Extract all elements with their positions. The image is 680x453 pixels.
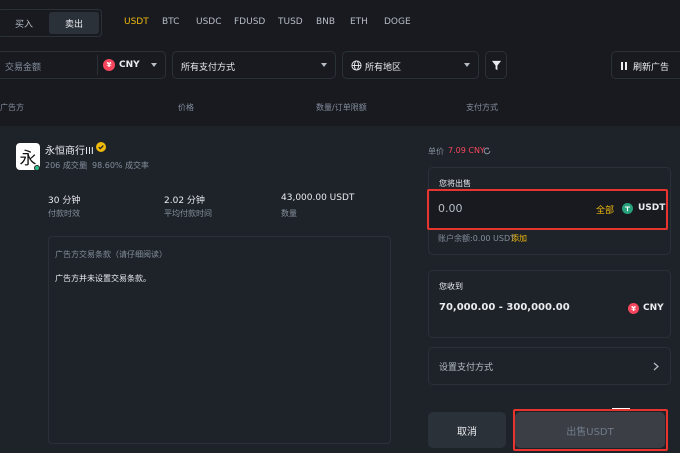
asset-tab-usdt[interactable]: USDT	[124, 17, 149, 27]
asset-tab-doge[interactable]: DOGE	[384, 17, 411, 27]
terms-title: 广告方交易条款（请仔细阅读）	[55, 250, 167, 259]
asset-tab-btc[interactable]: BTC	[162, 17, 179, 27]
terms-text: 广告方并未设置交易条款。	[55, 274, 151, 283]
underline-mark	[612, 408, 630, 409]
pause-icon	[621, 62, 627, 70]
receive-range: 70,000.00 - 300,000.00	[439, 302, 570, 313]
receive-label: 您收到	[439, 282, 463, 291]
asset-tab-eth[interactable]: ETH	[350, 17, 368, 27]
amount-divider	[97, 55, 98, 75]
stat-value-quantity: 43,000.00 USDT	[281, 193, 355, 203]
stat-label-pay-time: 付款时效	[48, 209, 80, 218]
chevron-right-icon	[653, 362, 659, 371]
cny-icon: ¥	[628, 303, 639, 314]
price-label: 单价	[428, 147, 444, 156]
asset-tab-bnb[interactable]: BNB	[316, 17, 335, 27]
merchant-name[interactable]: 永恒商行III	[45, 142, 94, 157]
buy-sell-toggle: 买入 卖出	[0, 9, 102, 37]
terms-box: 广告方交易条款（请仔细阅读） 广告方并未设置交易条款。	[48, 236, 391, 444]
th-advertiser: 广告方	[0, 103, 24, 112]
refresh-label: 刷新广告	[633, 63, 670, 73]
asset-tab-tusd[interactable]: TUSD	[278, 17, 303, 27]
refresh-button[interactable]: 刷新广告	[611, 51, 680, 79]
price-value: 7.09 CNY	[448, 146, 485, 155]
stat-value-avg-pay: 2.02 分钟	[164, 196, 205, 206]
region-filter[interactable]: 所有地区	[342, 51, 479, 79]
filter-icon	[491, 60, 502, 71]
cancel-button[interactable]: 取消	[428, 412, 506, 448]
amount-filter: 交易金额 ¥ CNY	[0, 51, 166, 79]
payment-select: 所有支付方式	[181, 63, 236, 73]
region-select: 所有地区	[365, 63, 402, 73]
th-price: 价格	[178, 103, 194, 112]
sell-label: 您将出售	[439, 179, 471, 188]
stat-label-avg-pay: 平均付款时间	[164, 209, 212, 218]
payment-setup-row[interactable]: 设置支付方式	[428, 347, 671, 385]
add-funds-link[interactable]: 添加	[511, 233, 527, 244]
receive-currency: CNY	[643, 303, 664, 313]
payment-filter[interactable]: 所有支付方式	[172, 51, 336, 79]
stat-value-pay-time: 30 分钟	[48, 196, 81, 206]
cny-icon: ¥	[103, 59, 115, 71]
chevron-down-icon	[151, 63, 157, 67]
chevron-down-icon	[321, 63, 327, 67]
asset-tab-usdc[interactable]: USDC	[196, 17, 222, 27]
asset-tab-fdusd[interactable]: FDUSD	[234, 17, 265, 27]
balance-text: 账户余额:0.00 USDT	[438, 234, 516, 243]
filter-button[interactable]	[485, 51, 507, 79]
highlight-sell-button	[513, 409, 668, 451]
trade-count: 206 成交量	[45, 161, 87, 170]
globe-icon	[351, 60, 362, 71]
chevron-down-icon	[464, 63, 470, 67]
th-payment: 支付方式	[466, 103, 498, 112]
refresh-icon[interactable]	[483, 147, 491, 155]
sell-tab[interactable]: 卖出	[49, 12, 99, 34]
merchant-panel: 永 永恒商行III 206 成交量 98.60% 成交率 30 分钟 付款时效 …	[0, 126, 410, 453]
currency-select[interactable]: CNY	[119, 60, 140, 70]
buy-tab[interactable]: 买入	[0, 10, 49, 36]
amount-input[interactable]: 交易金额	[5, 60, 41, 73]
verified-badge-icon	[96, 142, 106, 152]
highlight-sell-input	[427, 189, 668, 230]
completion-rate: 98.60% 成交率	[92, 161, 150, 170]
stat-divider	[86, 162, 87, 170]
th-quantity-limit: 数量/订单限额	[316, 103, 367, 112]
stat-label-quantity: 数量	[281, 209, 297, 218]
online-dot	[34, 165, 40, 171]
receive-box: 您收到 70,000.00 - 300,000.00 ¥ CNY	[428, 270, 671, 338]
payment-setup-label: 设置支付方式	[439, 363, 494, 373]
